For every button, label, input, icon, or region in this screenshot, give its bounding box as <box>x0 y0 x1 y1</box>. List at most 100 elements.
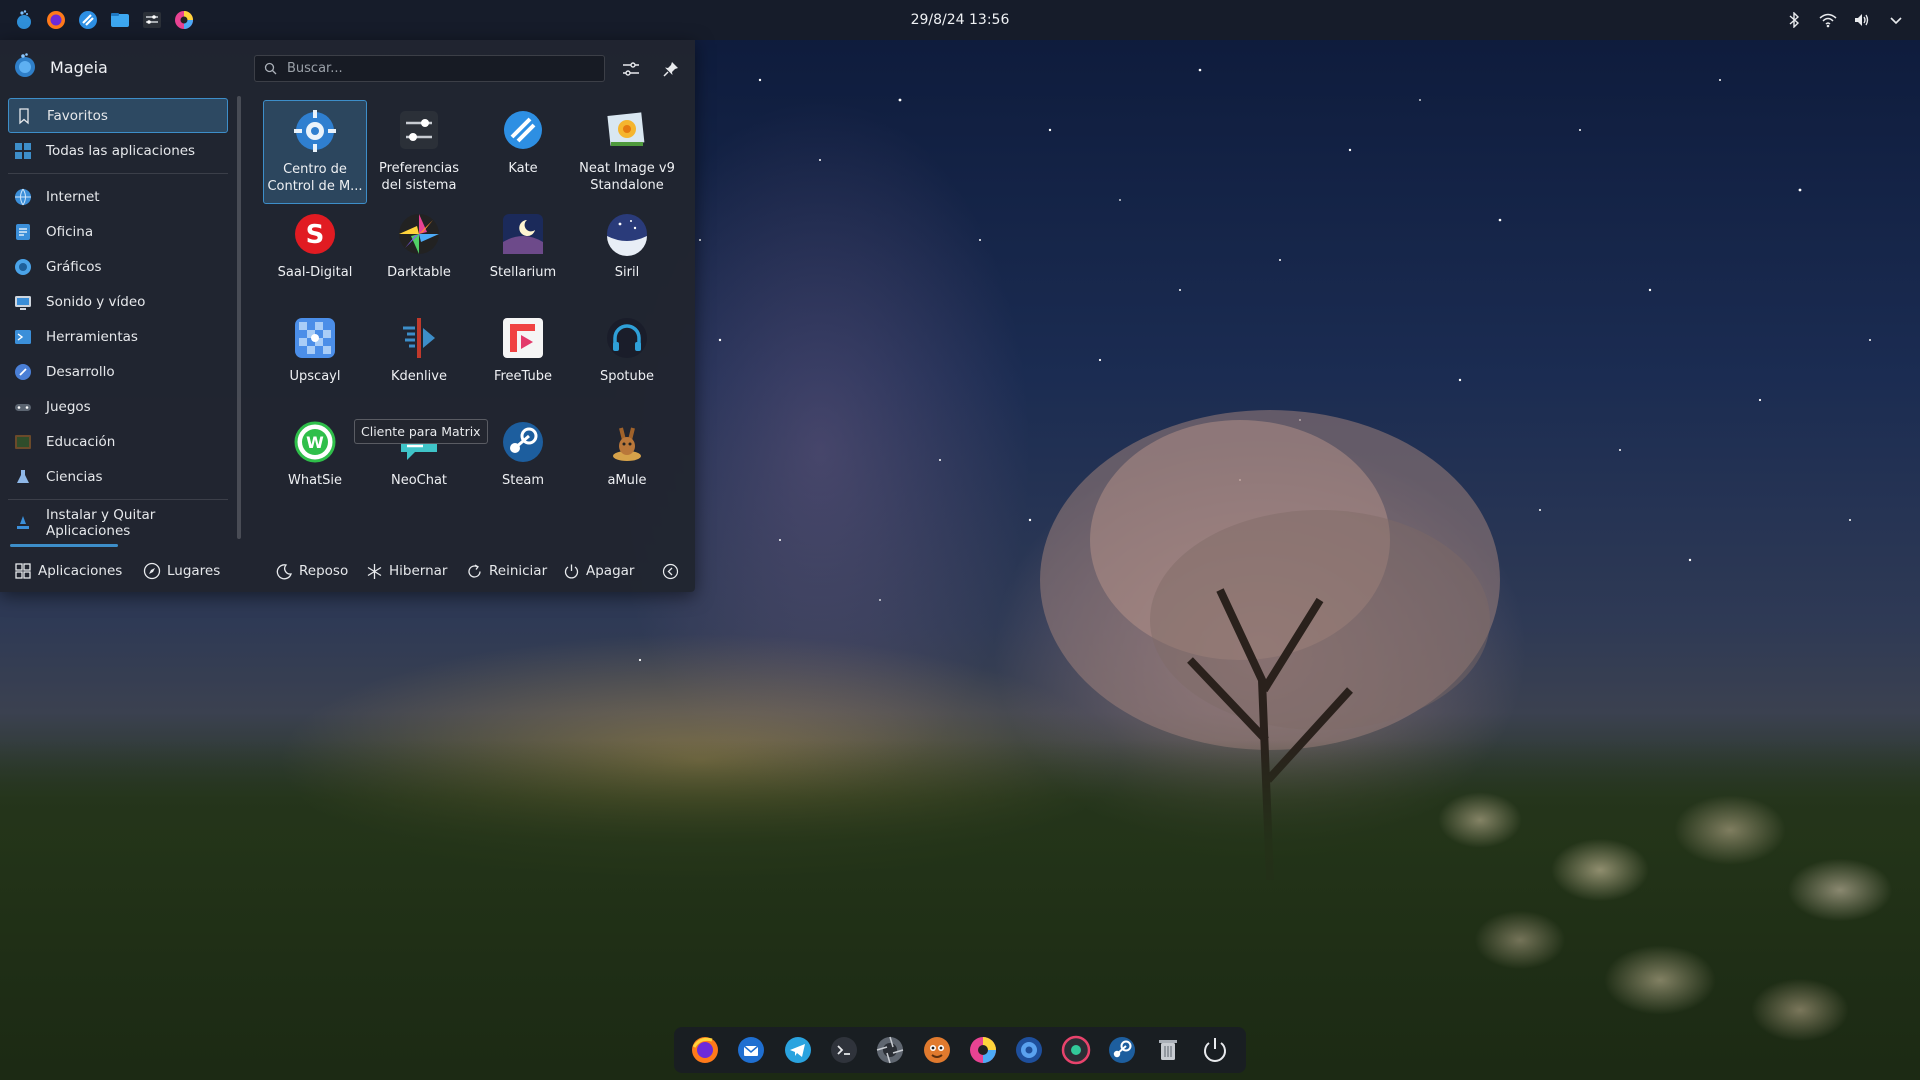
snowflake-icon <box>367 563 382 579</box>
user-avatar-icon[interactable] <box>12 52 38 82</box>
color-wheel-icon[interactable] <box>172 8 196 32</box>
category-graficos[interactable]: Gráficos <box>8 249 228 284</box>
kate-icon[interactable] <box>76 8 100 32</box>
file-manager-icon[interactable] <box>108 8 132 32</box>
category-juegos[interactable]: Juegos <box>8 389 228 424</box>
firefox-icon[interactable] <box>689 1034 721 1066</box>
trash-icon[interactable] <box>1152 1034 1184 1066</box>
chevron-down-icon[interactable] <box>1886 10 1906 30</box>
app-tile-freetube[interactable]: FreeTube <box>471 308 575 412</box>
hibernate-label: Hibernar <box>389 563 448 579</box>
firefox-icon[interactable] <box>44 8 68 32</box>
wifi-icon[interactable] <box>1818 10 1838 30</box>
app-label: aMule <box>607 473 647 488</box>
more-power-button[interactable] <box>662 559 679 583</box>
app-tile-amule[interactable]: aMule <box>575 412 679 516</box>
app-tile-spotube[interactable]: Spotube <box>575 308 679 412</box>
app-label: FreeTube <box>493 369 553 384</box>
app-tile-whatsie[interactable]: W WhatSie <box>263 412 367 516</box>
top-panel: 29/8/24 13:56 <box>0 0 1920 40</box>
category-educacion[interactable]: Educación <box>8 424 228 459</box>
amule-icon <box>603 418 651 466</box>
freetube-icon <box>499 314 547 362</box>
hibernate-button[interactable]: Hibernar <box>366 559 447 583</box>
pin-button[interactable] <box>658 56 684 82</box>
category-todas[interactable]: Todas las aplicaciones <box>8 133 228 168</box>
restart-label: Reiniciar <box>489 563 548 579</box>
graphics-icon <box>15 258 31 275</box>
gimp-icon[interactable] <box>921 1034 953 1066</box>
multimedia-icon <box>15 295 31 310</box>
sidebar-scrollbar[interactable] <box>237 96 241 539</box>
app-tile-system-preferences[interactable]: Preferencias del sistema <box>367 100 471 204</box>
mageia-menu-icon[interactable] <box>12 8 36 32</box>
svg-text:S: S <box>306 220 325 250</box>
power-icon <box>564 564 579 578</box>
system-settings-icon[interactable] <box>140 8 164 32</box>
internet-icon <box>15 188 31 205</box>
app-label: Saal-Digital <box>277 265 353 280</box>
education-icon <box>15 434 31 449</box>
clock[interactable]: 29/8/24 13:56 <box>0 12 1920 28</box>
color-wheel-icon[interactable] <box>967 1034 999 1066</box>
category-label: Gráficos <box>46 258 102 275</box>
category-oficina[interactable]: Oficina <box>8 214 228 249</box>
app-tile-upscayl[interactable]: Upscayl <box>263 308 367 412</box>
category-instalar[interactable]: Instalar y Quitar Aplicaciones <box>8 505 228 540</box>
divider <box>8 499 228 500</box>
app-tile-neat-image[interactable]: Neat Image v9 Standalone <box>575 100 679 204</box>
category-sonido[interactable]: Sonido y vídeo <box>8 284 228 319</box>
app-tile-kate[interactable]: Kate <box>471 100 575 204</box>
thunderbird-icon[interactable] <box>735 1034 767 1066</box>
category-label: Todas las aplicaciones <box>46 142 196 159</box>
tooltip: Cliente para Matrix <box>354 419 488 444</box>
bluetooth-icon[interactable] <box>1784 10 1804 30</box>
application-launcher: Mageia Favoritos Todas las aplicaciones … <box>0 40 695 592</box>
category-ciencias[interactable]: Ciencias <box>8 459 228 494</box>
category-desarrollo[interactable]: Desarrollo <box>8 354 228 389</box>
power-icon[interactable] <box>1199 1034 1231 1066</box>
steam-icon[interactable] <box>1106 1034 1138 1066</box>
configure-button[interactable] <box>618 56 644 82</box>
shutdown-button[interactable]: Apagar <box>563 559 634 583</box>
app-tile-darktable[interactable]: Darktable <box>367 204 471 308</box>
telegram-icon[interactable] <box>782 1034 814 1066</box>
user-name: Mageia <box>50 57 108 77</box>
category-label: Sonido y vídeo <box>46 293 146 310</box>
search-icon <box>264 62 277 75</box>
bookmark-icon <box>19 107 29 124</box>
category-favoritos[interactable]: Favoritos <box>8 98 228 133</box>
browser-icon[interactable] <box>1013 1034 1045 1066</box>
steam-icon <box>499 418 547 466</box>
bottom-dock <box>674 1027 1246 1073</box>
app-label: NeoChat <box>390 473 448 488</box>
neat-image-icon <box>603 106 651 154</box>
development-icon <box>15 363 31 380</box>
app-tile-control-center[interactable]: Centro de Control de M... <box>263 100 367 204</box>
record-icon[interactable] <box>1060 1034 1092 1066</box>
search-input[interactable] <box>285 60 589 77</box>
compass-icon <box>143 562 161 580</box>
app-tile-kdenlive[interactable]: Kdenlive <box>367 308 471 412</box>
tab-applications[interactable]: Aplicaciones <box>14 559 122 583</box>
app-tile-stellarium[interactable]: Stellarium <box>471 204 575 308</box>
app-tile-saal-digital[interactable]: S Saal-Digital <box>263 204 367 308</box>
restart-button[interactable]: Reiniciar <box>466 559 547 583</box>
terminal-icon[interactable] <box>828 1034 860 1066</box>
aperture-icon[interactable] <box>874 1034 906 1066</box>
tab-places[interactable]: Lugares <box>143 559 220 583</box>
app-label: Spotube <box>599 369 655 384</box>
search-box[interactable] <box>254 55 605 82</box>
category-herramientas[interactable]: Herramientas <box>8 319 228 354</box>
panel-launchers <box>0 8 196 32</box>
kdenlive-icon <box>395 314 443 362</box>
app-tile-siril[interactable]: Siril <box>575 204 679 308</box>
app-label: Centro de Control de M... <box>267 162 363 194</box>
grid-icon <box>15 142 31 159</box>
sleep-button[interactable]: Reposo <box>276 559 348 583</box>
volume-icon[interactable] <box>1852 10 1872 30</box>
category-list: Favoritos Todas las aplicaciones Interne… <box>8 98 228 540</box>
category-label: Oficina <box>46 223 94 240</box>
launcher-sidebar: Mageia Favoritos Todas las aplicaciones … <box>0 40 241 592</box>
category-internet[interactable]: Internet <box>8 179 228 214</box>
